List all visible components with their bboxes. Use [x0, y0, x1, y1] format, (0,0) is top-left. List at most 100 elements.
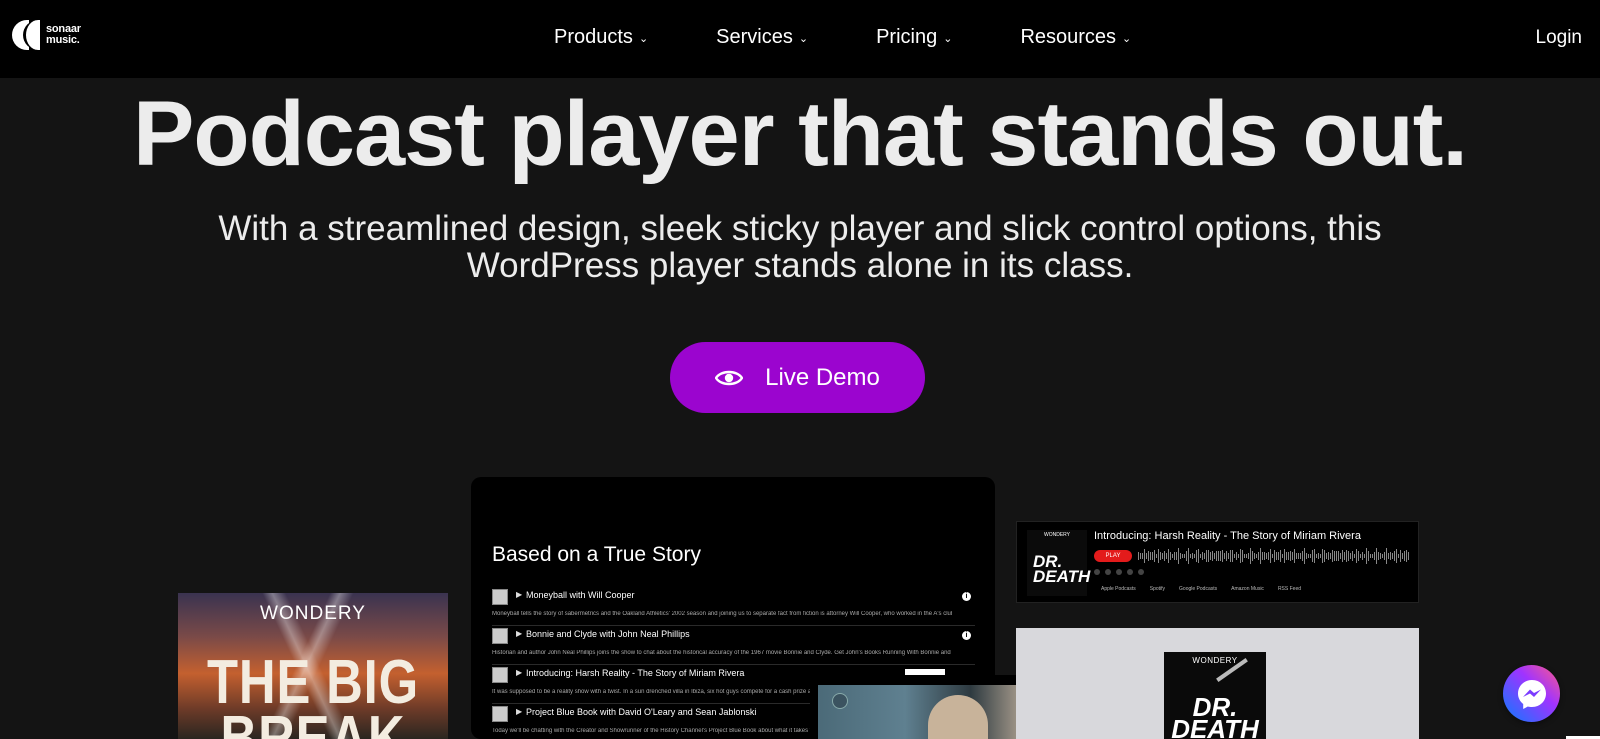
waveform-bar: [1394, 551, 1395, 561]
waveform-bar: [1188, 548, 1189, 564]
nav-item-products[interactable]: Products ⌄: [554, 26, 648, 49]
waveform-bar: [1404, 551, 1405, 561]
waveform-bar: [1258, 552, 1259, 560]
info-icon[interactable]: i: [962, 592, 971, 601]
waveform-bar: [1308, 554, 1309, 558]
waveform-bar: [1332, 549, 1333, 563]
nav-item-label: Resources: [1020, 26, 1117, 48]
hero-title: Podcast player that stands out.: [133, 83, 1468, 185]
waveform-bar: [1146, 552, 1147, 560]
waveform-bar: [1230, 549, 1231, 563]
waveform-bar: [1396, 549, 1397, 563]
waveform-bar: [1144, 548, 1145, 564]
waveform-bar: [1232, 549, 1233, 563]
waveform-bar: [1392, 553, 1393, 559]
waveform-bar: [1152, 552, 1153, 560]
podcast-cover-dr-death: WONDERY DR. DEATH: [1164, 652, 1266, 739]
nav-item-resources[interactable]: Resources ⌄: [1020, 26, 1131, 49]
waveform-bar: [1200, 553, 1201, 559]
sonaar-music-logo[interactable]: sonaar music.: [12, 20, 81, 50]
video-preview[interactable]: [810, 675, 1042, 739]
waveform-bar: [1344, 552, 1345, 560]
waveform-bar: [1280, 549, 1281, 563]
episode-title: Moneyball with Will Cooper: [526, 590, 635, 600]
messenger-chat-button[interactable]: [1503, 665, 1560, 722]
messenger-icon: [1517, 679, 1546, 709]
hero-subtitle-line1: With a streamlined design, sleek sticky …: [218, 209, 1382, 248]
waveform-bar: [1246, 553, 1247, 559]
episode-title: Introducing: Harsh Reality - The Story o…: [526, 668, 745, 678]
platform-link-google-podcasts[interactable]: Google Podcasts: [1179, 586, 1217, 592]
platform-link-spotify[interactable]: Spotify: [1150, 586, 1165, 592]
cover-brand: WONDERY: [1043, 532, 1071, 538]
waveform-bar: [1264, 551, 1265, 561]
cover-title-line2: BREAK: [220, 704, 406, 739]
waveform-bar: [1236, 552, 1237, 560]
waveform-bar: [1150, 552, 1151, 560]
waveform-bar: [1192, 553, 1193, 559]
play-icon[interactable]: ▶: [516, 629, 522, 638]
waveform-bar: [1234, 553, 1235, 559]
play-icon[interactable]: ▶: [516, 590, 522, 599]
top-navigation: sonaar music. Products ⌄ Services ⌄ Pric…: [0, 0, 1600, 78]
audio-waveform[interactable]: [1138, 547, 1411, 565]
skip-forward-icon[interactable]: [1116, 569, 1122, 575]
list-item[interactable]: ▶ Bonnie and Clyde with John Neal Philli…: [492, 626, 975, 665]
episode-thumbnail: [492, 589, 508, 605]
playlist-title: Based on a True Story: [492, 543, 701, 566]
waveform-bar: [1364, 553, 1365, 559]
waveform-bar: [1390, 551, 1391, 561]
waveform-bar: [1256, 554, 1257, 558]
sonaar-logo-icon: [12, 20, 42, 50]
chevron-down-icon: ⌄: [798, 33, 809, 45]
waveform-bar: [1334, 550, 1335, 562]
volume-icon[interactable]: [1138, 569, 1144, 575]
waveform-bar: [1326, 552, 1327, 560]
play-button[interactable]: PLAY: [1094, 550, 1132, 562]
live-demo-button[interactable]: Live Demo: [670, 342, 925, 413]
waveform-bar: [1298, 553, 1299, 559]
platform-link-apple-podcasts[interactable]: Apple Podcasts: [1101, 586, 1136, 592]
waveform-bar: [1402, 552, 1403, 560]
waveform-bar: [1354, 553, 1355, 559]
platform-link-amazon-music[interactable]: Amazon Music: [1231, 586, 1264, 592]
waveform-bar: [1176, 551, 1177, 561]
waveform-bar: [1180, 552, 1181, 560]
episode-description: Moneyball tells the story of sabermetric…: [492, 611, 952, 617]
waveform-bar: [1202, 551, 1203, 561]
nav-item-label: Pricing: [876, 26, 938, 48]
waveform-bar: [1182, 554, 1183, 558]
play-icon[interactable]: ▶: [516, 707, 522, 716]
waveform-bar: [1214, 553, 1215, 559]
waveform-bar: [1166, 553, 1167, 559]
waveform-bar: [1268, 551, 1269, 561]
waveform-bar: [1194, 554, 1195, 558]
waveform-bar: [1262, 552, 1263, 560]
waveform-bar: [1174, 552, 1175, 560]
waveform-bar: [1222, 550, 1223, 562]
shuffle-icon[interactable]: [1094, 569, 1100, 575]
logo-text-line2: music.: [46, 34, 80, 46]
waveform-bar: [1300, 552, 1301, 560]
waveform-bar: [1284, 549, 1285, 563]
cover-title: DR. DEATH: [1164, 694, 1266, 739]
skip-back-icon[interactable]: [1105, 569, 1111, 575]
waveform-bar: [1378, 552, 1379, 560]
nav-item-services[interactable]: Services ⌄: [716, 26, 808, 49]
list-item[interactable]: ▶ Moneyball with Will Cooper i Moneyball…: [492, 587, 975, 626]
eye-icon: [715, 370, 744, 385]
waveform-bar: [1346, 550, 1347, 562]
play-icon[interactable]: ▶: [516, 668, 522, 677]
waveform-bar: [1306, 553, 1307, 559]
waveform-bar: [1330, 553, 1331, 559]
platform-link-rss-feed[interactable]: RSS Feed: [1278, 586, 1301, 592]
waveform-bar: [1216, 550, 1217, 562]
waveform-bar: [1240, 548, 1241, 564]
chevron-down-icon: ⌄: [943, 33, 953, 45]
nav-item-pricing[interactable]: Pricing ⌄: [876, 26, 952, 49]
info-icon[interactable]: i: [962, 631, 971, 640]
waveform-bar: [1374, 552, 1375, 560]
waveform-bar: [1342, 550, 1343, 562]
share-icon[interactable]: [1127, 569, 1133, 575]
login-link[interactable]: Login: [1536, 27, 1583, 49]
